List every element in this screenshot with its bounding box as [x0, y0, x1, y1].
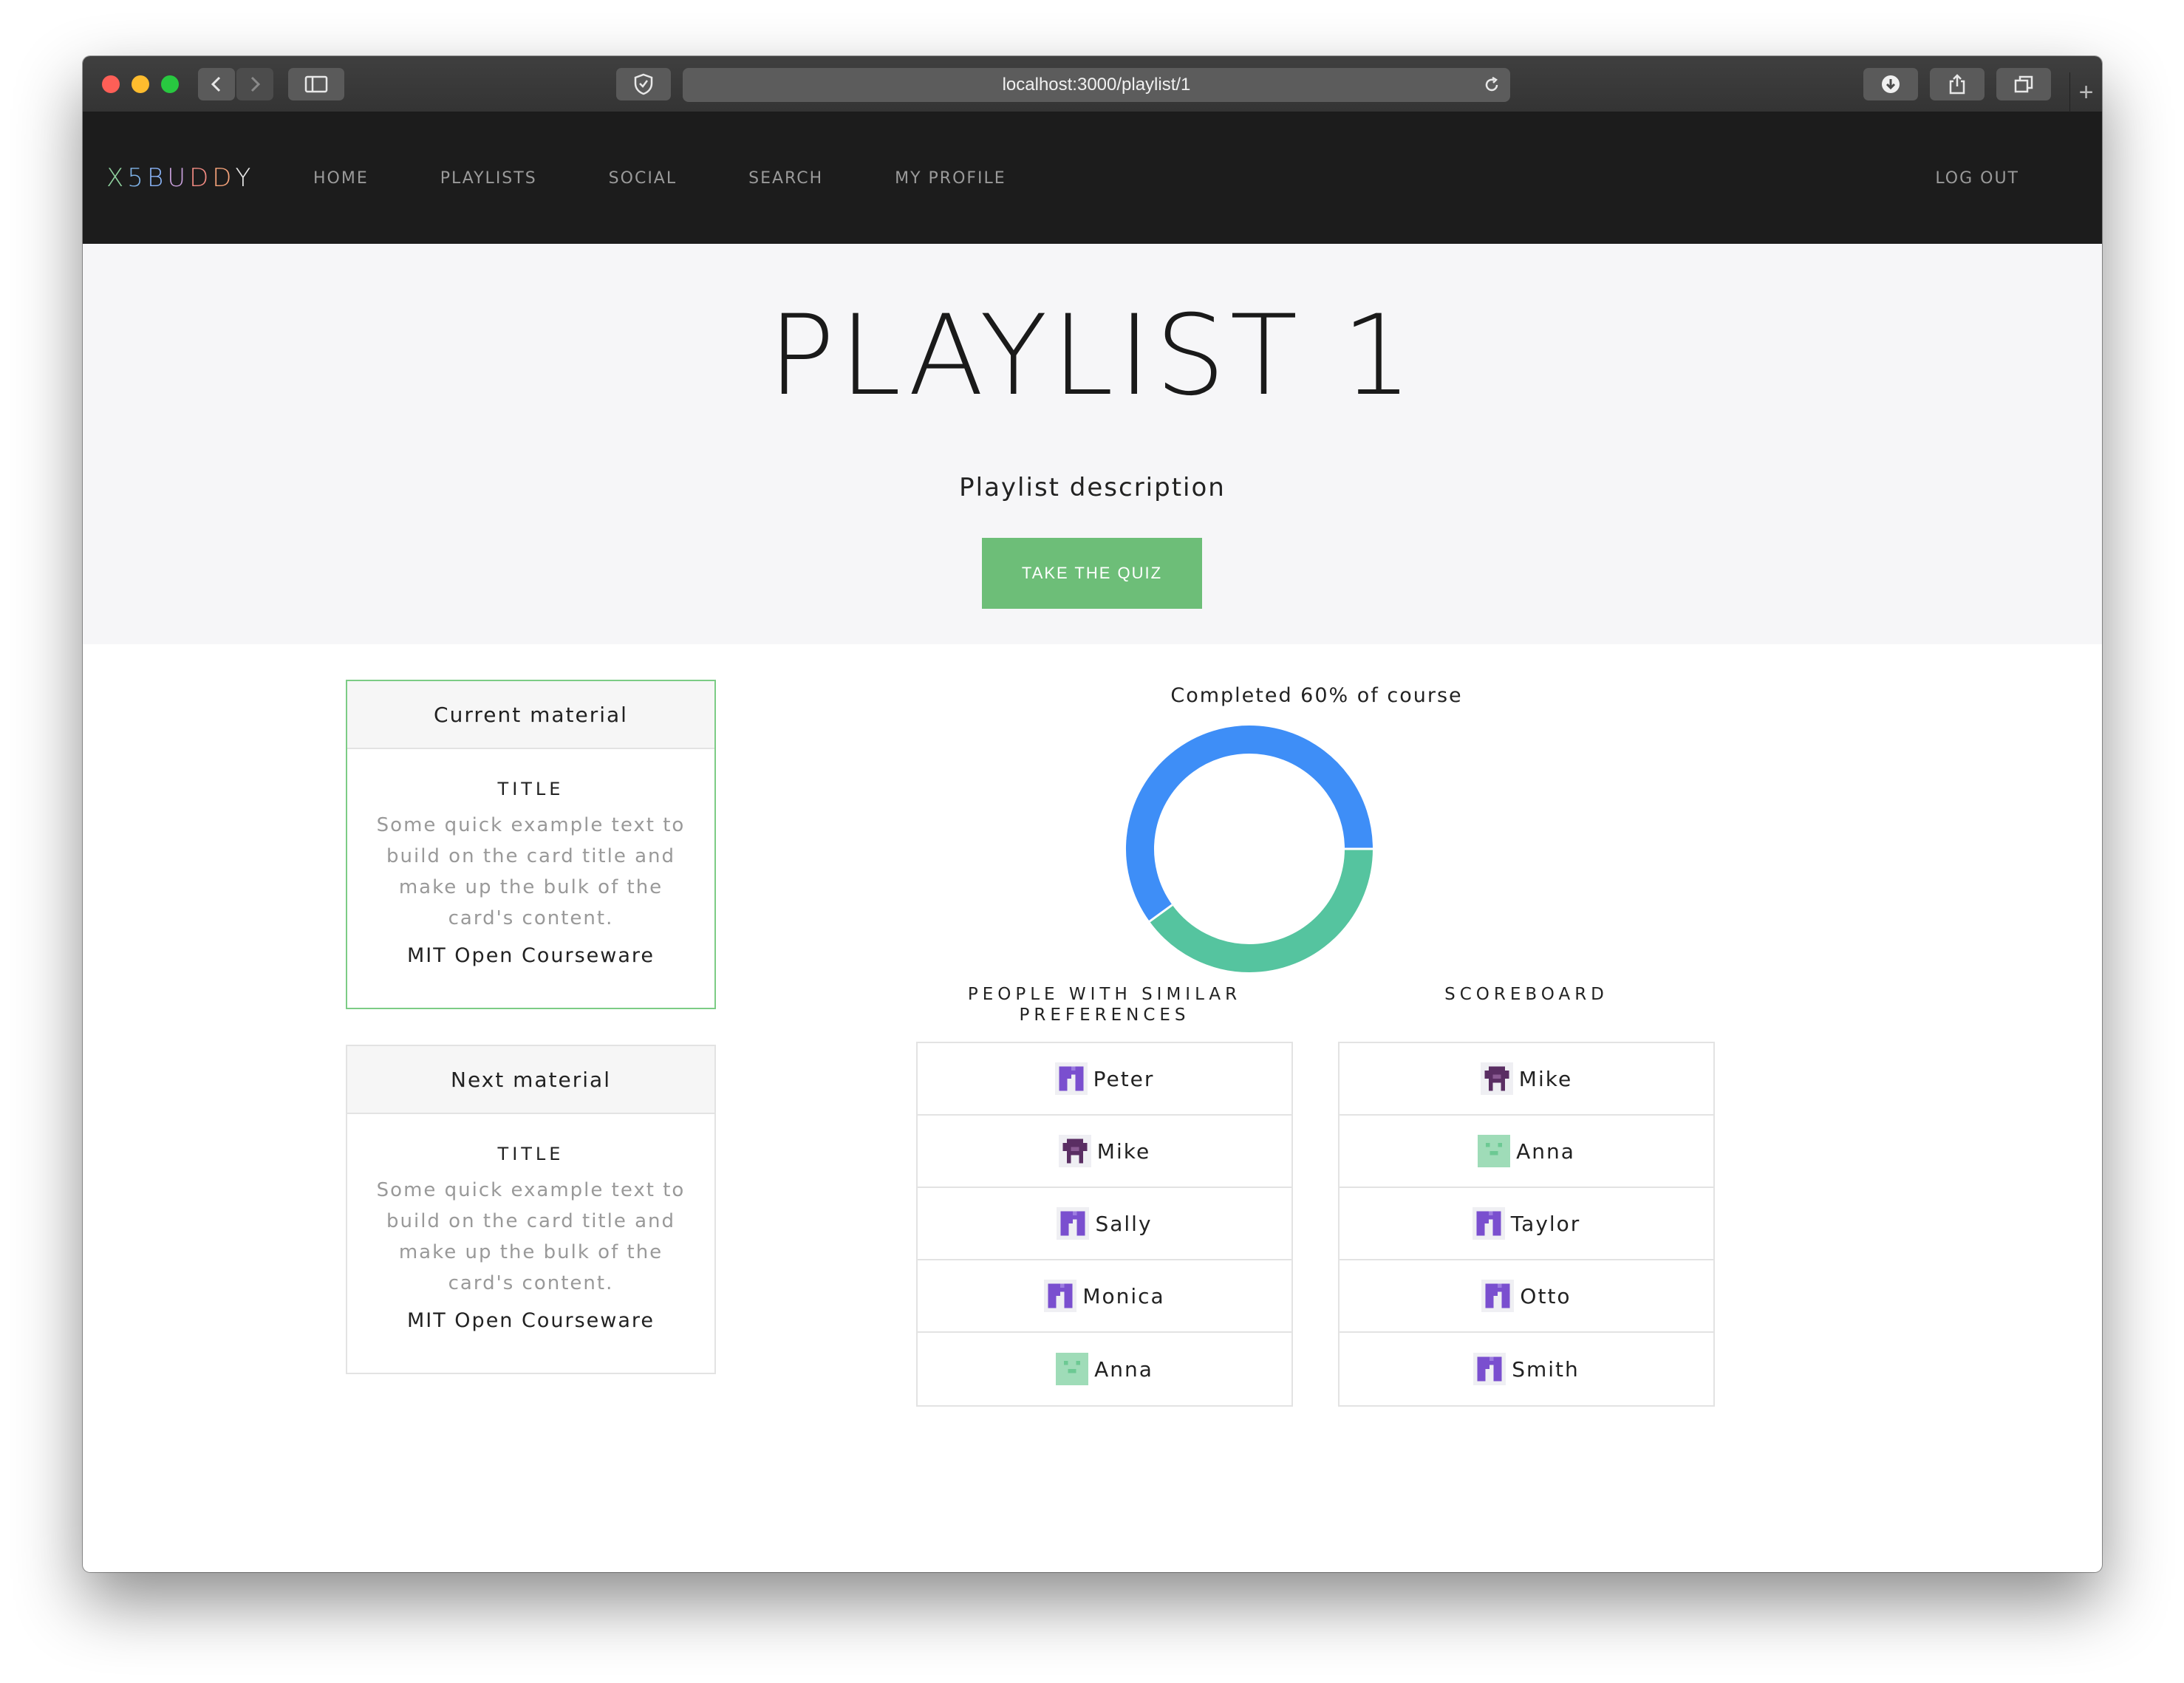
list-item[interactable]: Peter — [918, 1043, 1291, 1116]
take-quiz-button[interactable]: TAKE THE QUIZ — [982, 538, 1202, 609]
share-icon — [1949, 74, 1965, 95]
brand-letter: D — [212, 163, 236, 193]
page-title: PLAYLIST 1 — [768, 292, 1417, 420]
person-name: Taylor — [1510, 1211, 1581, 1236]
nav-link-social[interactable]: SOCIAL — [609, 169, 677, 188]
shield-icon — [634, 73, 653, 95]
zoom-window-icon[interactable] — [161, 75, 179, 93]
list-item[interactable]: Anna — [1340, 1116, 1713, 1188]
list-item[interactable]: Taylor — [1340, 1188, 1713, 1260]
new-tab-button[interactable]: + — [2069, 72, 2102, 112]
person-name: Otto — [1520, 1283, 1572, 1308]
avatar-dark-skull-icon — [1480, 1062, 1513, 1095]
similar-people-list: Peter Mike Sally Monica Anna — [916, 1042, 1293, 1407]
progress-label: Completed 60% of course — [1170, 684, 1463, 707]
brand-letter: 5 — [127, 163, 147, 193]
share-button[interactable] — [1930, 68, 1985, 100]
playlist-description: Playlist description — [959, 473, 1226, 502]
sidebar-toggle-button[interactable] — [288, 68, 344, 100]
list-item[interactable]: Mike — [1340, 1043, 1713, 1116]
card-source: MIT Open Courseware — [406, 944, 655, 967]
tabs-overview-button[interactable] — [1996, 68, 2051, 100]
list-item[interactable]: Mike — [918, 1116, 1291, 1188]
brand-letter: D — [189, 163, 213, 193]
avatar-purple-arch-icon — [1481, 1280, 1515, 1312]
person-name: Monica — [1082, 1283, 1165, 1308]
brand-letter: U — [167, 163, 190, 193]
scoreboard-list: Mike Anna Taylor Otto Smith — [1338, 1042, 1715, 1407]
nav-link-search[interactable]: SEARCH — [748, 169, 823, 188]
download-icon — [1882, 75, 1900, 93]
card-header: Current material — [347, 681, 714, 749]
next-material-card[interactable]: Next material TITLE Some quick example t… — [346, 1045, 716, 1374]
person-name: Sally — [1095, 1211, 1153, 1236]
playlist-hero: PLAYLIST 1 Playlist description TAKE THE… — [83, 244, 2102, 644]
avatar-purple-arch-icon — [1044, 1280, 1077, 1312]
sidebar-icon — [304, 75, 328, 93]
chevron-left-icon — [211, 76, 221, 92]
current-material-card[interactable]: Current material TITLE Some quick exampl… — [346, 680, 716, 1009]
scoreboard-title: SCOREBOARD — [1444, 985, 1608, 1004]
minimize-window-icon[interactable] — [132, 75, 149, 93]
downloads-button[interactable] — [1863, 68, 1918, 100]
person-name: Peter — [1093, 1066, 1155, 1091]
close-window-icon[interactable] — [102, 75, 120, 93]
card-header: Next material — [347, 1046, 714, 1114]
list-item[interactable]: Smith — [1340, 1333, 1713, 1405]
person-name: Anna — [1094, 1356, 1153, 1382]
browser-window: localhost:3000/playlist/1 + X5BUDDY HOME… — [83, 56, 2102, 1572]
list-item[interactable]: Otto — [1340, 1260, 1713, 1333]
avatar-green-face-icon — [1056, 1353, 1089, 1385]
brand-letter: Y — [235, 163, 255, 193]
person-name: Mike — [1096, 1138, 1151, 1164]
person-name: Anna — [1516, 1138, 1575, 1164]
brand-letter: B — [146, 163, 168, 193]
tabs-icon — [2014, 75, 2033, 93]
address-bar[interactable]: localhost:3000/playlist/1 — [683, 68, 1510, 102]
nav-link-my-profile[interactable]: MY PROFILE — [895, 169, 1006, 188]
browser-toolbar: localhost:3000/playlist/1 + — [83, 56, 2102, 112]
url-text: localhost:3000/playlist/1 — [1002, 75, 1191, 95]
card-title: TITLE — [497, 779, 564, 799]
back-button[interactable] — [198, 68, 235, 100]
reload-icon[interactable] — [1482, 75, 1501, 95]
list-item[interactable]: Anna — [918, 1333, 1291, 1405]
forward-button[interactable] — [236, 68, 273, 100]
card-title: TITLE — [497, 1144, 564, 1164]
list-item[interactable]: Sally — [918, 1188, 1291, 1260]
avatar-purple-arch-icon — [1054, 1062, 1088, 1095]
nav-link-playlists[interactable]: PLAYLISTS — [440, 169, 537, 188]
nav-link-home[interactable]: HOME — [313, 169, 369, 188]
avatar-purple-arch-icon — [1473, 1353, 1506, 1385]
list-item[interactable]: Monica — [918, 1260, 1291, 1333]
person-name: Smith — [1512, 1356, 1580, 1382]
card-text: Some quick example text to build on the … — [376, 1179, 686, 1294]
avatar-purple-arch-icon — [1057, 1207, 1090, 1240]
avatar-purple-arch-icon — [1472, 1207, 1505, 1240]
card-source: MIT Open Courseware — [406, 1309, 655, 1332]
privacy-shield-button[interactable] — [616, 68, 671, 100]
avatar-dark-skull-icon — [1058, 1135, 1091, 1167]
person-name: Mike — [1518, 1066, 1573, 1091]
brand-logo[interactable]: X5BUDDY — [106, 112, 254, 244]
card-text: Some quick example text to build on the … — [376, 814, 686, 929]
chevron-right-icon — [250, 76, 261, 92]
plus-icon: + — [2078, 78, 2094, 106]
logout-link[interactable]: LOG OUT — [1935, 112, 2019, 244]
app-navbar: X5BUDDY HOME PLAYLISTS SOCIAL SEARCH MY PROF… — [83, 112, 2102, 244]
nav-links: HOME PLAYLISTS SOCIAL SEARCH MY PROFILE — [313, 112, 1078, 244]
brand-letter: X — [106, 163, 128, 193]
avatar-green-face-icon — [1478, 1135, 1511, 1167]
similar-people-title: PEOPLE WITH SIMILAR PREFERENCES — [967, 985, 1242, 1025]
progress-donut-chart — [1126, 726, 1373, 972]
